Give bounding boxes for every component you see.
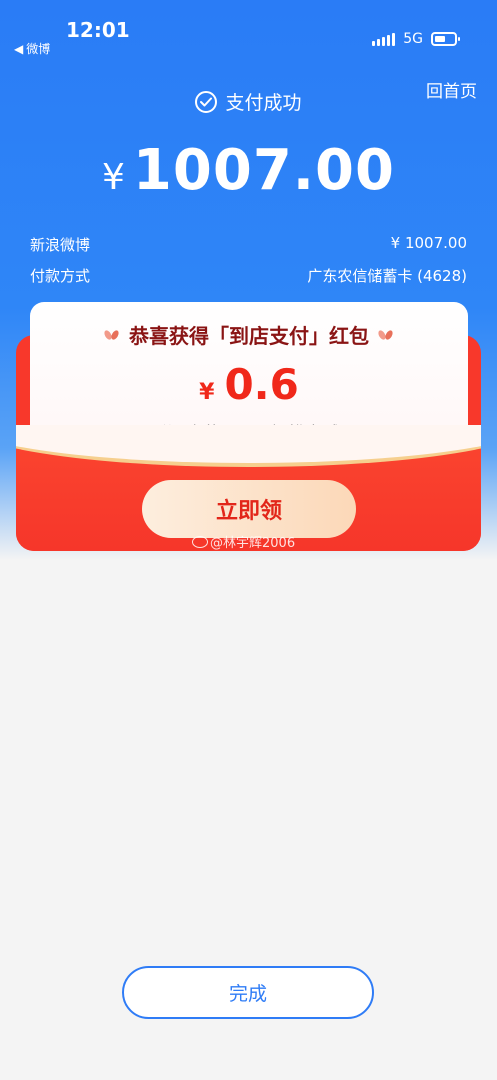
weibo-logo-icon xyxy=(192,535,208,548)
success-text: 支付成功 xyxy=(225,92,302,114)
red-packet-amount: ¥ 0.6 xyxy=(30,360,468,409)
payment-success: 支付成功 xyxy=(0,88,497,115)
network-type: 5G xyxy=(403,31,423,47)
payment-method-value: 广东农信储蓄卡 (4628) xyxy=(307,267,467,285)
paid-amount: ¥ 1007.00 xyxy=(0,138,497,203)
claim-button[interactable]: 立即领 xyxy=(142,480,356,538)
petal-left-icon xyxy=(105,330,119,340)
battery-icon xyxy=(431,32,460,46)
merchant-value: ¥ 1007.00 xyxy=(390,234,467,252)
currency-symbol: ¥ xyxy=(102,157,125,198)
red-packet-title: 恭喜获得「到店支付」红包 xyxy=(129,324,369,348)
back-to-app[interactable]: ◀ 微博 xyxy=(14,40,50,57)
back-triangle-icon: ◀ xyxy=(14,41,24,56)
amount-value: 1007.00 xyxy=(132,138,395,203)
bonus-amount-value: 0.6 xyxy=(224,360,299,409)
merchant-label: 新浪微博 xyxy=(30,236,91,254)
watermark: @林宇辉2006 xyxy=(192,532,295,551)
merchant-row: 新浪微博 ¥ 1007.00 xyxy=(30,234,467,255)
status-time: 12:01 xyxy=(66,18,130,42)
check-circle-icon xyxy=(195,90,218,113)
payment-method-row: 付款方式 广东农信储蓄卡 (4628) xyxy=(30,265,467,286)
done-button[interactable]: 完成 xyxy=(122,966,374,1019)
payment-method-label: 付款方式 xyxy=(30,267,91,285)
status-indicators: 5G xyxy=(372,31,460,47)
red-packet-title-row: 恭喜获得「到店支付」红包 xyxy=(30,320,468,349)
signal-icon xyxy=(372,32,396,46)
bonus-currency-symbol: ¥ xyxy=(199,380,215,405)
back-app-label: 微博 xyxy=(26,42,51,56)
petal-right-icon xyxy=(379,330,393,340)
watermark-text: @林宇辉2006 xyxy=(210,536,296,551)
